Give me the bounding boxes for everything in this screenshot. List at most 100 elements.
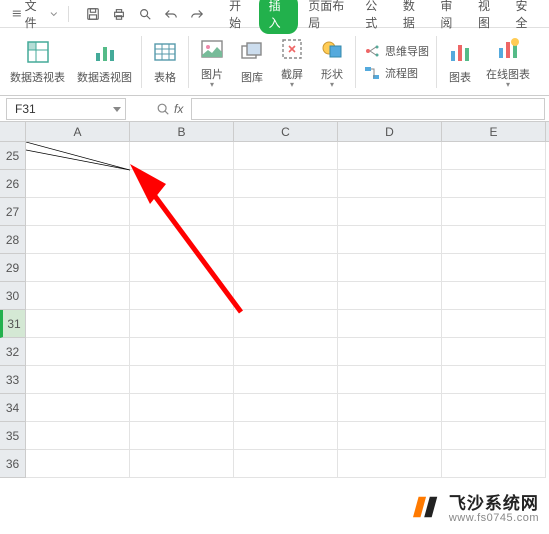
row-header-34[interactable]: 34 — [0, 394, 26, 422]
cell[interactable] — [338, 394, 442, 422]
cell[interactable] — [130, 366, 234, 394]
pivot-chart-button[interactable]: 数据透视图 — [71, 32, 138, 92]
cell[interactable] — [234, 142, 338, 170]
row-header-36[interactable]: 36 — [0, 450, 26, 478]
cell[interactable] — [26, 422, 130, 450]
cell[interactable] — [26, 282, 130, 310]
cell[interactable] — [130, 282, 234, 310]
tab-review[interactable]: 审阅 — [432, 0, 468, 35]
cell[interactable] — [130, 338, 234, 366]
cell[interactable] — [234, 226, 338, 254]
screenshot-button[interactable]: 截屏 ▾ — [272, 32, 312, 92]
row-header-33[interactable]: 33 — [0, 366, 26, 394]
cell[interactable] — [234, 338, 338, 366]
row-header-27[interactable]: 27 — [0, 198, 26, 226]
cell[interactable] — [130, 198, 234, 226]
cell[interactable] — [26, 142, 130, 170]
cell[interactable] — [338, 226, 442, 254]
tab-formula[interactable]: 公式 — [357, 0, 393, 35]
cell[interactable] — [338, 422, 442, 450]
tab-start[interactable]: 开始 — [221, 0, 257, 35]
cell[interactable] — [234, 450, 338, 478]
row-header-26[interactable]: 26 — [0, 170, 26, 198]
preview-icon[interactable] — [133, 2, 157, 26]
cell[interactable] — [442, 198, 546, 226]
cell[interactable] — [130, 394, 234, 422]
cell[interactable] — [26, 338, 130, 366]
cell[interactable] — [26, 394, 130, 422]
shapes-button[interactable]: 形状 ▾ — [312, 32, 352, 92]
cell[interactable] — [234, 310, 338, 338]
undo-icon[interactable] — [159, 2, 183, 26]
gallery-button[interactable]: 图库 — [232, 32, 272, 92]
cell[interactable] — [234, 170, 338, 198]
cell[interactable] — [234, 254, 338, 282]
select-all-corner[interactable] — [0, 122, 26, 141]
cell[interactable] — [234, 282, 338, 310]
cell[interactable] — [26, 254, 130, 282]
cell[interactable] — [442, 338, 546, 366]
cell[interactable] — [26, 310, 130, 338]
cell[interactable] — [26, 226, 130, 254]
redo-icon[interactable] — [185, 2, 209, 26]
tab-page-layout[interactable]: 页面布局 — [300, 0, 355, 35]
cell[interactable] — [130, 226, 234, 254]
table-button[interactable]: 表格 — [145, 32, 185, 92]
cell[interactable] — [442, 170, 546, 198]
cell[interactable] — [338, 310, 442, 338]
cell[interactable] — [26, 366, 130, 394]
col-header-D[interactable]: D — [338, 122, 442, 141]
cell[interactable] — [26, 170, 130, 198]
row-header-31[interactable]: 31 — [0, 310, 26, 338]
print-icon[interactable] — [107, 2, 131, 26]
cell[interactable] — [130, 422, 234, 450]
row-header-29[interactable]: 29 — [0, 254, 26, 282]
row-header-32[interactable]: 32 — [0, 338, 26, 366]
row-header-28[interactable]: 28 — [0, 226, 26, 254]
flowchart-button[interactable]: 流程图 — [363, 64, 429, 82]
cell[interactable] — [234, 422, 338, 450]
cell[interactable] — [234, 394, 338, 422]
cell[interactable] — [130, 450, 234, 478]
mindmap-button[interactable]: 思维导图 — [363, 42, 429, 60]
cell[interactable] — [442, 394, 546, 422]
cell[interactable] — [130, 170, 234, 198]
cell[interactable] — [338, 366, 442, 394]
row-header-25[interactable]: 25 — [0, 142, 26, 170]
cell[interactable] — [338, 450, 442, 478]
chart-button[interactable]: 图表 — [440, 32, 480, 92]
tab-data[interactable]: 数据 — [395, 0, 431, 35]
cell[interactable] — [234, 366, 338, 394]
cell[interactable] — [442, 366, 546, 394]
cell[interactable] — [338, 142, 442, 170]
formula-input[interactable] — [191, 98, 545, 120]
name-box[interactable]: F31 — [6, 98, 126, 120]
cell[interactable] — [130, 310, 234, 338]
cell[interactable] — [338, 282, 442, 310]
online-chart-button[interactable]: 在线图表 ▾ — [480, 32, 536, 92]
pivot-table-button[interactable]: 数据透视表 — [4, 32, 71, 92]
cell[interactable] — [338, 254, 442, 282]
cell[interactable] — [234, 198, 338, 226]
row-header-30[interactable]: 30 — [0, 282, 26, 310]
cell[interactable] — [338, 338, 442, 366]
cell[interactable] — [442, 422, 546, 450]
col-header-C[interactable]: C — [234, 122, 338, 141]
col-header-A[interactable]: A — [26, 122, 130, 141]
tab-view[interactable]: 视图 — [470, 0, 506, 35]
save-icon[interactable] — [81, 2, 105, 26]
cell[interactable] — [442, 450, 546, 478]
cell[interactable] — [26, 198, 130, 226]
cell[interactable] — [130, 254, 234, 282]
row-header-35[interactable]: 35 — [0, 422, 26, 450]
cell[interactable] — [26, 450, 130, 478]
cell[interactable] — [338, 198, 442, 226]
tab-security[interactable]: 安全 — [507, 0, 543, 35]
cell[interactable] — [130, 142, 234, 170]
cell[interactable] — [442, 226, 546, 254]
picture-button[interactable]: 图片 ▾ — [192, 32, 232, 92]
col-header-B[interactable]: B — [130, 122, 234, 141]
hamburger-menu[interactable]: 文件 — [6, 0, 64, 33]
cell[interactable] — [442, 254, 546, 282]
tab-insert[interactable]: 插入 — [259, 0, 299, 34]
